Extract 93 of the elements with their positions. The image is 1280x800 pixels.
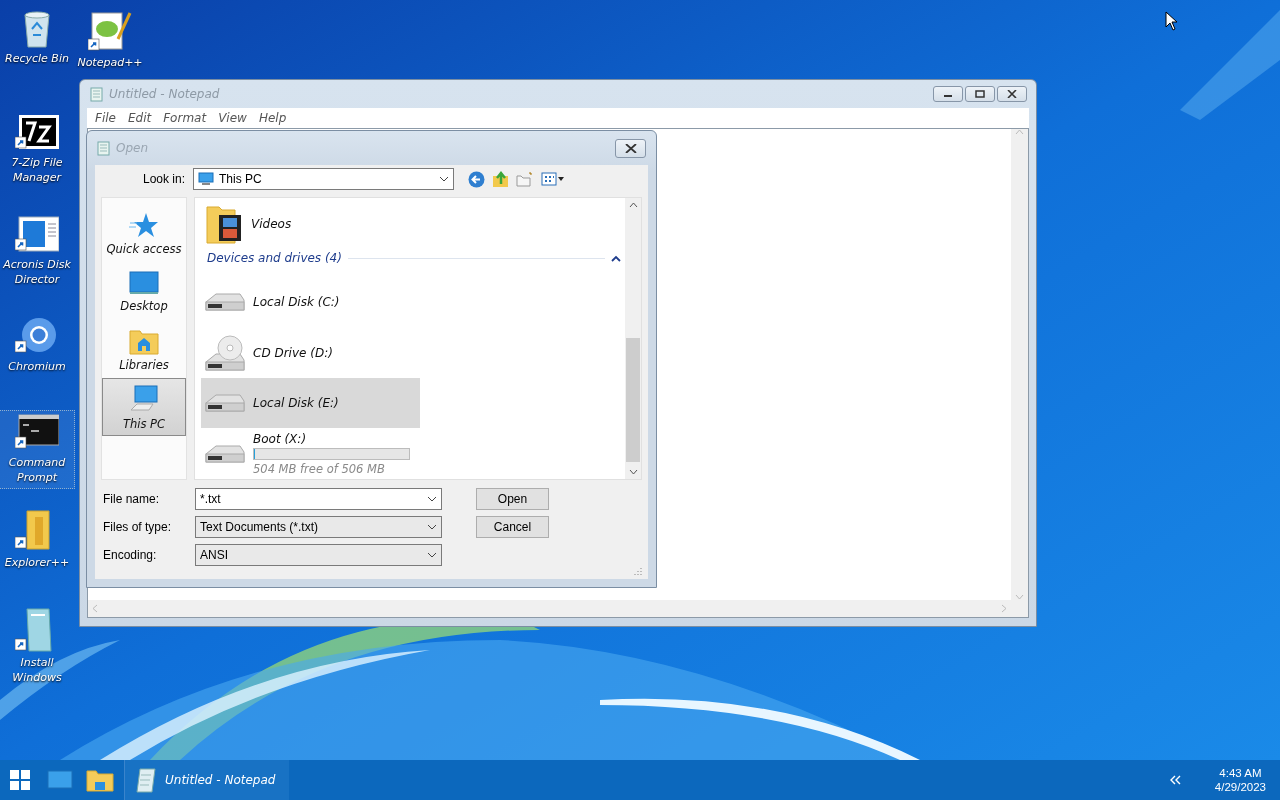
notepad-icon xyxy=(135,767,157,793)
shortcut-label: Command Prompt xyxy=(7,455,67,485)
folder-icon xyxy=(86,768,114,792)
scroll-up-icon xyxy=(1015,129,1024,135)
clock[interactable]: 4:43 AM 4/29/2023 xyxy=(1194,766,1280,794)
shortcut-label: Notepad++ xyxy=(77,55,143,70)
hard-drive-icon xyxy=(205,293,245,312)
encoding-dropdown[interactable]: ANSI xyxy=(195,544,442,566)
up-folder-icon xyxy=(492,170,509,188)
file-type-label: Files of type: xyxy=(102,520,173,534)
desktop-shortcut[interactable]: Acronis Disk Director xyxy=(0,212,75,291)
vertical-scrollbar[interactable] xyxy=(625,198,641,479)
back-icon xyxy=(468,170,485,188)
hard-drive-icon xyxy=(205,394,245,413)
chevron-down-icon xyxy=(427,524,437,530)
desktop-shortcut[interactable]: Chromium xyxy=(0,314,75,378)
close-button[interactable] xyxy=(997,86,1027,102)
drive-name: Local Disk (C:) xyxy=(253,295,340,310)
free-space-text: 504 MB free of 506 MB xyxy=(253,461,386,476)
vertical-scrollbar[interactable] xyxy=(1011,129,1028,600)
shortcut-label: 7-Zip File Manager xyxy=(10,155,64,185)
dialog-title: Open xyxy=(116,141,150,155)
file-name-dropdown[interactable]: *.txt xyxy=(195,488,442,510)
desktop-shortcut[interactable]: Install Windows xyxy=(0,604,75,689)
scroll-left-icon xyxy=(92,604,98,613)
menu-item[interactable]: Help xyxy=(252,111,293,125)
group-header[interactable]: Devices and drives (4) xyxy=(207,251,342,266)
horizontal-scrollbar[interactable] xyxy=(88,600,1011,617)
windows-logo-icon xyxy=(10,770,30,790)
drive-item[interactable]: Local Disk (C:) xyxy=(201,277,420,328)
look-in-dropdown[interactable]: This PC xyxy=(193,168,454,190)
new-folder-icon xyxy=(516,171,534,187)
desktop-shortcut[interactable]: 7-Zip File Manager xyxy=(0,110,75,189)
desktop-shortcut[interactable]: Command Prompt xyxy=(0,410,75,489)
view-menu-icon xyxy=(541,172,565,186)
open-button[interactable]: Open xyxy=(476,488,549,510)
folder-item[interactable]: Videos xyxy=(201,203,420,246)
chevron-down-icon xyxy=(427,552,437,558)
file-type-dropdown[interactable]: Text Documents (*.txt) xyxy=(195,516,442,538)
close-button[interactable] xyxy=(615,138,646,158)
double-chevron-icon xyxy=(1168,775,1181,785)
menu-item[interactable]: View xyxy=(212,111,253,125)
shortcut-label: Recycle Bin xyxy=(5,51,69,66)
taskbar-button[interactable]: Untitled - Notepad xyxy=(124,760,290,800)
monitor-icon xyxy=(129,269,159,296)
encoding-label: Encoding: xyxy=(102,548,158,562)
restore-icon xyxy=(975,90,985,98)
minimize-button[interactable] xyxy=(933,86,963,102)
cd-drive-icon xyxy=(205,334,245,371)
drive-name: Boot (X:) xyxy=(253,431,308,446)
notepad-icon xyxy=(96,140,111,156)
look-in-label: Look in: xyxy=(141,172,186,186)
mouse-cursor-icon xyxy=(1165,11,1178,31)
scroll-down-icon xyxy=(628,469,638,475)
scroll-up-icon xyxy=(628,202,638,208)
place-item[interactable]: Libraries xyxy=(102,320,186,378)
place-item[interactable]: This PC xyxy=(102,378,186,436)
menu-item[interactable]: Format xyxy=(157,111,213,125)
menu-item[interactable]: File xyxy=(89,111,122,125)
chevron-down-icon xyxy=(427,496,437,502)
notepad-icon xyxy=(89,86,104,102)
desktop-shortcut[interactable]: Explorer++ xyxy=(0,506,75,574)
scroll-right-icon xyxy=(1001,604,1007,613)
scroll-down-icon xyxy=(1015,594,1024,600)
shortcut-label: Chromium xyxy=(8,359,66,374)
resize-grip-icon xyxy=(634,567,642,575)
close-icon xyxy=(1007,90,1017,98)
drive-item[interactable]: Boot (X:) 504 MB free of 506 MB xyxy=(201,428,420,479)
drive-item[interactable]: Local Disk (E:) xyxy=(201,378,420,429)
cancel-button[interactable]: Cancel xyxy=(476,516,549,538)
drive-item[interactable]: CD Drive (D:) xyxy=(201,327,420,378)
window-title: Untitled - Notepad xyxy=(109,87,221,101)
hard-drive-icon xyxy=(205,444,245,463)
computer-icon xyxy=(198,172,214,186)
computer-icon xyxy=(129,383,159,414)
close-icon xyxy=(624,143,637,153)
place-item[interactable]: Desktop xyxy=(102,262,186,320)
shortcut-label: Explorer++ xyxy=(4,555,70,570)
drive-name: Local Disk (E:) xyxy=(253,396,339,411)
monitor-icon xyxy=(47,769,73,791)
drive-name: CD Drive (D:) xyxy=(253,345,333,360)
menu-item[interactable]: Edit xyxy=(121,111,158,125)
shortcut-label: Acronis Disk Director xyxy=(2,257,72,287)
maximize-button[interactable] xyxy=(965,86,995,102)
place-item[interactable]: Quick access xyxy=(102,204,186,262)
desktop-shortcut[interactable]: Notepad++ xyxy=(72,6,148,74)
notepad-plus-icon xyxy=(88,9,132,53)
shortcut-label: Install Windows xyxy=(11,655,63,685)
file-name-label: File name: xyxy=(102,492,161,506)
desktop-shortcut[interactable]: Recycle Bin xyxy=(0,6,75,70)
video-folder-icon xyxy=(205,203,243,246)
chevron-down-icon xyxy=(439,176,449,182)
disk-director-icon xyxy=(15,215,59,255)
